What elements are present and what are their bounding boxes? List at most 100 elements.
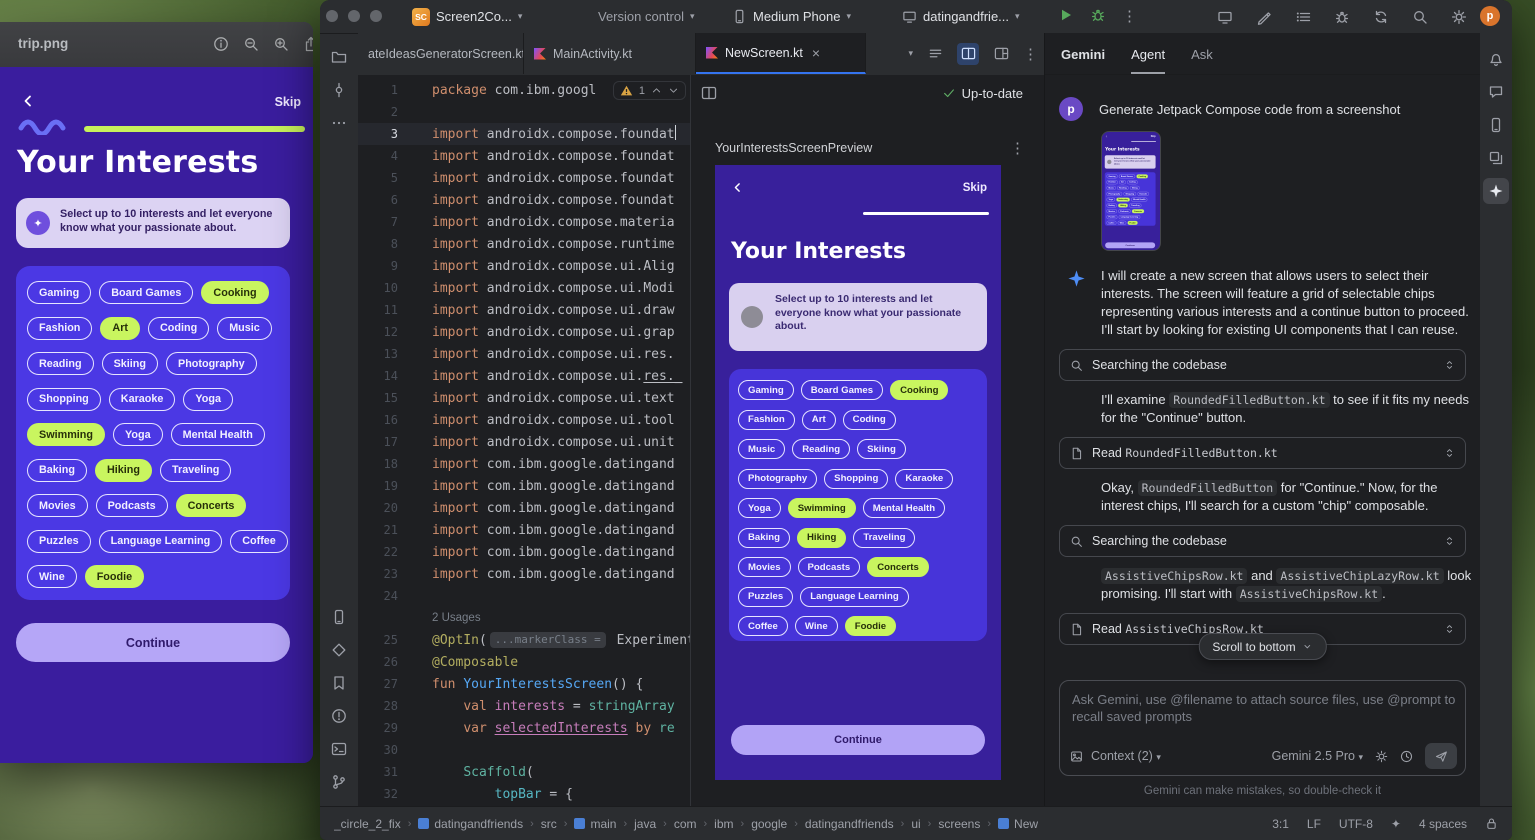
indent-setting[interactable]: 4 spaces: [1419, 817, 1467, 831]
read-lock-icon[interactable]: [1485, 817, 1498, 830]
settings-gear-icon[interactable]: [1448, 6, 1470, 28]
more-tool-windows-icon[interactable]: [326, 110, 352, 136]
attached-screenshot-thumbnail[interactable]: Skip Your Interests Select up to 10 inte…: [1101, 131, 1161, 251]
gemini-spark-icon[interactable]: [1483, 178, 1509, 204]
context-selector[interactable]: Context (2) ▾: [1091, 749, 1161, 763]
scroll-to-bottom-button[interactable]: Scroll to bottom: [1198, 633, 1326, 660]
code-line[interactable]: 6import androidx.compose.foundat: [358, 189, 690, 211]
code-line[interactable]: 31 Scaffold(: [358, 761, 690, 783]
code-line[interactable]: 20import com.ibm.google.datingand: [358, 497, 690, 519]
debug-button[interactable]: [1088, 5, 1108, 25]
code-line[interactable]: 15import androidx.compose.ui.text: [358, 387, 690, 409]
preview-options-icon[interactable]: ⋮: [1010, 139, 1025, 157]
structure-view-icon[interactable]: [924, 43, 946, 65]
code-line[interactable]: 21import com.ibm.google.datingand: [358, 519, 690, 541]
expand-stepper-icon[interactable]: [1444, 358, 1455, 372]
tab-mainactivity[interactable]: MainActivity.kt: [524, 33, 696, 74]
build-variants-icon[interactable]: [326, 637, 352, 663]
gemini-settings-gear-icon[interactable]: [1375, 750, 1388, 763]
code-line[interactable]: 2: [358, 101, 690, 123]
history-clock-icon[interactable]: [1400, 750, 1413, 763]
breadcrumb-item[interactable]: ui: [911, 817, 920, 831]
notifications-bell-icon[interactable]: [1483, 46, 1509, 72]
project-widget[interactable]: SC Screen2Co... ▾: [412, 0, 522, 33]
preview-layout-icon[interactable]: [990, 43, 1012, 65]
code-line[interactable]: 16import androidx.compose.ui.tool: [358, 409, 690, 431]
preview-window-titlebar[interactable]: trip.png: [0, 22, 313, 68]
preview-layout-toggle-icon[interactable]: [701, 85, 717, 101]
hidden-tabs-chevron-icon[interactable]: ▾: [908, 48, 913, 59]
code-line[interactable]: 30: [358, 739, 690, 761]
breadcrumb-item[interactable]: ibm: [714, 817, 733, 831]
model-selector[interactable]: Gemini 2.5 Pro ▾: [1272, 749, 1363, 763]
code-line[interactable]: 7import androidx.compose.materia: [358, 211, 690, 233]
ai-assistant-icon[interactable]: [1483, 79, 1509, 105]
code-line[interactable]: 26@Composable: [358, 651, 690, 673]
bookmarks-icon[interactable]: [326, 670, 352, 696]
code-line[interactable]: 4import androidx.compose.foundat: [358, 145, 690, 167]
breadcrumb-item[interactable]: screens: [938, 817, 980, 831]
run-configuration-selector[interactable]: datingandfrie... ▾: [902, 0, 1020, 33]
usages-hint[interactable]: 2 Usages: [358, 607, 690, 629]
breadcrumb-item[interactable]: src: [541, 817, 557, 831]
breadcrumb-item[interactable]: main: [574, 817, 616, 831]
code-line[interactable]: 24: [358, 585, 690, 607]
next-issue-icon[interactable]: [668, 85, 679, 96]
code-line[interactable]: 25@OptIn(...markerClass = Experiment: [358, 629, 690, 651]
run-button[interactable]: [1056, 5, 1076, 25]
preview-build-status[interactable]: Up-to-date: [942, 86, 1023, 101]
code-line[interactable]: 10import androidx.compose.ui.Modi: [358, 277, 690, 299]
running-devices-icon[interactable]: [326, 604, 352, 630]
device-manager-icon[interactable]: [1483, 112, 1509, 138]
breadcrumb-item[interactable]: New: [998, 817, 1038, 831]
project-folder-icon[interactable]: [326, 44, 352, 70]
expand-stepper-icon[interactable]: [1444, 446, 1455, 460]
code-line[interactable]: 8import androidx.compose.runtime: [358, 233, 690, 255]
code-line[interactable]: 29 var selectedInterests by re: [358, 717, 690, 739]
code-line[interactable]: 17import androidx.compose.ui.unit: [358, 431, 690, 453]
inspections-widget[interactable]: 1: [613, 81, 686, 100]
breadcrumb-item[interactable]: google: [751, 817, 787, 831]
close-tab-icon[interactable]: ×: [812, 45, 820, 61]
prev-issue-icon[interactable]: [651, 85, 662, 96]
info-icon[interactable]: [213, 36, 229, 52]
tab-newscreen[interactable]: NewScreen.kt ×: [696, 33, 866, 74]
tool-call-read-file[interactable]: Read RoundedFilledButton.kt: [1059, 437, 1466, 469]
caret-position[interactable]: 3:1: [1272, 817, 1289, 831]
zoom-in-icon[interactable]: [273, 36, 289, 52]
share-icon[interactable]: [303, 36, 313, 52]
maximize-window-button[interactable]: [370, 10, 382, 22]
zoom-out-icon[interactable]: [243, 36, 259, 52]
split-editor-preview-icon[interactable]: [957, 43, 979, 65]
breadcrumb-item[interactable]: com: [674, 817, 697, 831]
send-button[interactable]: [1425, 743, 1457, 769]
version-control-icon[interactable]: [326, 769, 352, 795]
line-ending[interactable]: LF: [1307, 817, 1321, 831]
plugin-bug-icon[interactable]: [1331, 6, 1353, 28]
code-line[interactable]: 3import androidx.compose.foundat: [358, 123, 690, 145]
close-window-button[interactable]: [326, 10, 338, 22]
code-line[interactable]: 5import androidx.compose.foundat: [358, 167, 690, 189]
expand-stepper-icon[interactable]: [1444, 622, 1455, 636]
code-editor[interactable]: 1package com.ibm.googl23import androidx.…: [358, 75, 690, 806]
code-line[interactable]: 32 topBar = {: [358, 783, 690, 805]
code-line[interactable]: 13import androidx.compose.ui.res.: [358, 343, 690, 365]
code-line[interactable]: 11import androidx.compose.ui.draw: [358, 299, 690, 321]
code-line[interactable]: 14import androidx.compose.ui.res._: [358, 365, 690, 387]
code-line[interactable]: 9import androidx.compose.ui.Alig: [358, 255, 690, 277]
expand-stepper-icon[interactable]: [1444, 534, 1455, 548]
breadcrumb-item[interactable]: _circle_2_fix: [334, 817, 401, 831]
minimize-window-button[interactable]: [348, 10, 360, 22]
code-line[interactable]: 18import com.ibm.google.datingand: [358, 453, 690, 475]
more-actions-icon[interactable]: ⋮: [1122, 7, 1137, 25]
code-line[interactable]: 23import com.ibm.google.datingand: [358, 563, 690, 585]
ai-edit-icon[interactable]: [1253, 6, 1275, 28]
tab-dateideasgeneratorscreen[interactable]: ateIdeasGeneratorScreen.kt: [358, 33, 524, 74]
sync-icon[interactable]: [1370, 6, 1392, 28]
tab-ask[interactable]: Ask: [1191, 47, 1213, 74]
breadcrumb-item[interactable]: java: [634, 817, 656, 831]
breadcrumb-item[interactable]: datingandfriends: [418, 817, 523, 831]
device-selector[interactable]: Medium Phone ▾: [732, 0, 851, 33]
code-line[interactable]: 28 val interests = stringArray: [358, 695, 690, 717]
commit-icon[interactable]: [326, 77, 352, 103]
